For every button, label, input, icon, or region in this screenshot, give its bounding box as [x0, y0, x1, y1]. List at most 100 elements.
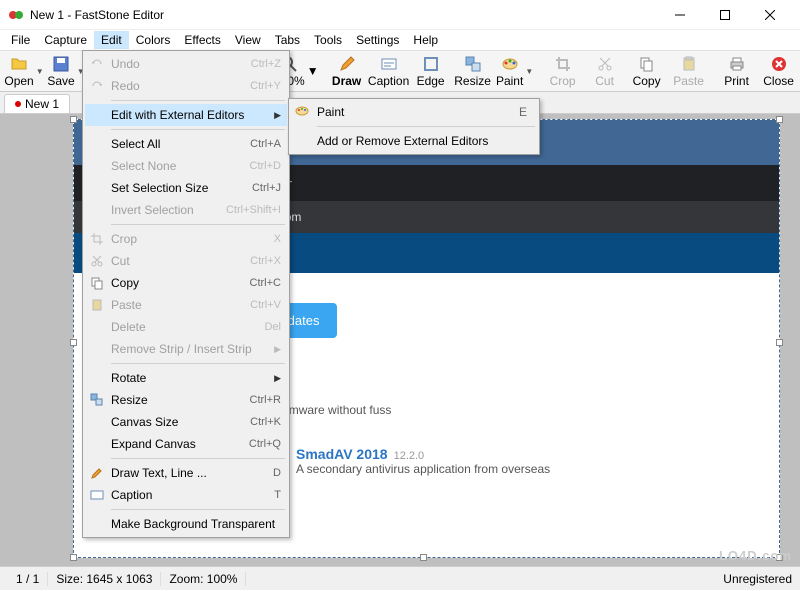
- selection-handle[interactable]: [776, 339, 783, 346]
- crop-label: Crop: [550, 74, 576, 88]
- menu-settings[interactable]: Settings: [349, 31, 406, 49]
- menu-copy[interactable]: CopyCtrl+C: [85, 272, 287, 294]
- status-size: Size: 1645 x 1063: [48, 572, 161, 586]
- app-icon: [8, 7, 24, 23]
- close-file-button[interactable]: Close: [759, 53, 799, 90]
- menu-capture[interactable]: Capture: [37, 31, 94, 49]
- menu-canvas-size[interactable]: Canvas SizeCtrl+K: [85, 411, 287, 433]
- selection-handle[interactable]: [70, 339, 77, 346]
- scissors-icon: [596, 55, 614, 73]
- status-page: 1 / 1: [8, 572, 48, 586]
- copy-icon: [89, 275, 105, 291]
- printer-icon: [728, 55, 746, 73]
- cut-button[interactable]: Cut: [585, 53, 625, 90]
- cut-label: Cut: [595, 74, 614, 88]
- selection-handle[interactable]: [420, 554, 427, 561]
- status-zoom: Zoom: 100%: [161, 572, 246, 586]
- copy-button[interactable]: Copy: [627, 53, 667, 90]
- crop-icon: [554, 55, 572, 73]
- menu-colors[interactable]: Colors: [129, 31, 178, 49]
- menu-invert-selection: Invert SelectionCtrl+Shift+I: [85, 199, 287, 221]
- submenu-paint[interactable]: PaintE: [291, 101, 537, 123]
- statusbar: 1 / 1 Size: 1645 x 1063 Zoom: 100% Unreg…: [0, 566, 800, 590]
- watermark: LO4D.com: [719, 548, 792, 563]
- menu-separator: [111, 458, 285, 459]
- maximize-button[interactable]: [702, 0, 747, 30]
- paint-button[interactable]: Paint▼: [495, 53, 535, 90]
- crop-icon: [89, 231, 105, 247]
- paste-icon: [89, 297, 105, 313]
- menu-help[interactable]: Help: [406, 31, 445, 49]
- menu-tabs[interactable]: Tabs: [268, 31, 307, 49]
- selection-handle[interactable]: [70, 116, 77, 123]
- resize-label: Resize: [454, 74, 491, 88]
- edge-button[interactable]: Edge: [411, 53, 451, 90]
- menubar: File Capture Edit Colors Effects View Ta…: [0, 30, 800, 50]
- menu-make-bg-transparent[interactable]: Make Background Transparent: [85, 513, 287, 535]
- paste-label: Paste: [673, 74, 704, 88]
- menu-tools[interactable]: Tools: [307, 31, 349, 49]
- caption-icon: [89, 487, 105, 503]
- menu-caption[interactable]: CaptionT: [85, 484, 287, 506]
- titlebar: New 1 - FastStone Editor: [0, 0, 800, 30]
- undo-icon: [89, 56, 105, 72]
- menu-view[interactable]: View: [228, 31, 268, 49]
- resize-button[interactable]: Resize: [453, 53, 493, 90]
- menu-edit[interactable]: Edit: [94, 31, 129, 49]
- pencil-icon: [89, 465, 105, 481]
- menu-remove-strip: Remove Strip / Insert Strip▶: [85, 338, 287, 360]
- folder-open-icon: [10, 55, 28, 73]
- menu-cut: CutCtrl+X: [85, 250, 287, 272]
- menu-draw-text[interactable]: Draw Text, Line ...D: [85, 462, 287, 484]
- menu-crop: CropX: [85, 228, 287, 250]
- menu-set-selection-size[interactable]: Set Selection SizeCtrl+J: [85, 177, 287, 199]
- save-icon: [52, 55, 70, 73]
- resize-icon: [464, 55, 482, 73]
- close-label: Close: [763, 74, 794, 88]
- smadav-title: SmadAV 2018: [296, 446, 388, 462]
- close-button[interactable]: [747, 0, 792, 30]
- menu-edit-external[interactable]: Edit with External Editors▶: [85, 104, 287, 126]
- caption-icon: [380, 55, 398, 73]
- crop-button[interactable]: Crop: [543, 53, 583, 90]
- submenu-add-remove[interactable]: Add or Remove External Editors: [291, 130, 537, 152]
- tab-label: New 1: [25, 97, 59, 111]
- menu-select-all[interactable]: Select AllCtrl+A: [85, 133, 287, 155]
- menu-undo: UndoCtrl+Z: [85, 53, 287, 75]
- paste-button[interactable]: Paste: [669, 53, 709, 90]
- status-unregistered: Unregistered: [723, 572, 792, 586]
- scissors-icon: [89, 253, 105, 269]
- menu-file[interactable]: File: [4, 31, 37, 49]
- print-button[interactable]: Print: [717, 53, 757, 90]
- menu-paste: PasteCtrl+V: [85, 294, 287, 316]
- menu-separator: [111, 224, 285, 225]
- document-tab[interactable]: New 1: [4, 94, 70, 113]
- selection-handle[interactable]: [70, 554, 77, 561]
- menu-rotate[interactable]: Rotate▶: [85, 367, 287, 389]
- caption-button[interactable]: Caption: [369, 53, 409, 90]
- menu-expand-canvas[interactable]: Expand CanvasCtrl+Q: [85, 433, 287, 455]
- menu-resize[interactable]: ResizeCtrl+R: [85, 389, 287, 411]
- save-button[interactable]: Save▼: [46, 53, 86, 90]
- menu-effects[interactable]: Effects: [177, 31, 227, 49]
- android-description: our Android firmware without fuss: [214, 403, 739, 417]
- paint-icon: [501, 55, 519, 73]
- close-circle-icon: [770, 55, 788, 73]
- minimize-button[interactable]: [657, 0, 702, 30]
- redo-icon: [89, 78, 105, 94]
- menu-separator: [111, 129, 285, 130]
- copy-label: Copy: [633, 74, 661, 88]
- save-label: Save: [47, 74, 74, 88]
- selection-handle[interactable]: [776, 116, 783, 123]
- edge-label: Edge: [417, 74, 445, 88]
- menu-separator: [111, 509, 285, 510]
- menu-separator: [111, 363, 285, 364]
- open-button[interactable]: Open▼: [4, 53, 44, 90]
- draw-button[interactable]: Draw: [327, 53, 367, 90]
- external-editors-submenu: PaintE Add or Remove External Editors: [288, 98, 540, 155]
- menu-delete: DeleteDel: [85, 316, 287, 338]
- pencil-icon: [338, 55, 356, 73]
- caption-label: Caption: [368, 74, 409, 88]
- draw-label: Draw: [332, 74, 361, 88]
- edge-icon: [422, 55, 440, 73]
